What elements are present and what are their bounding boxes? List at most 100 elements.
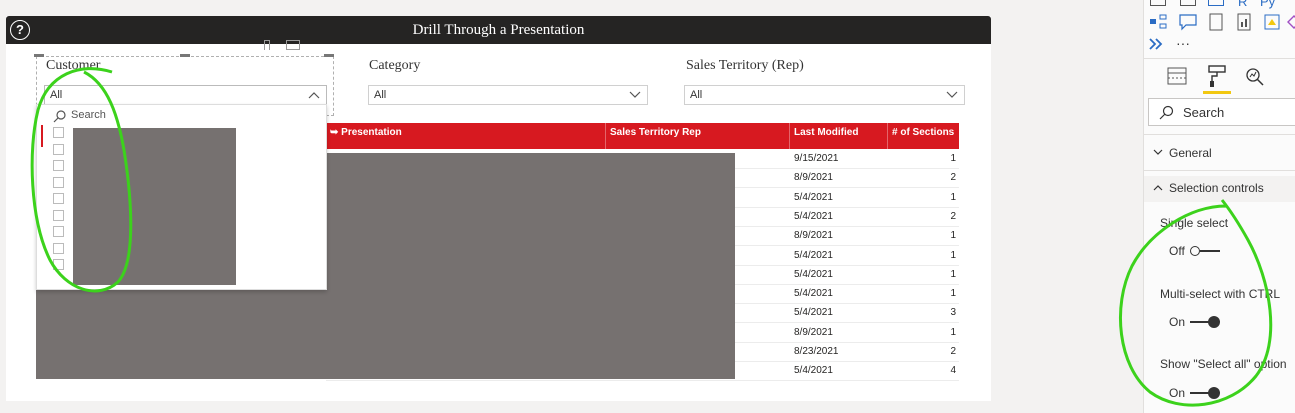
select-all-toggle[interactable] xyxy=(1190,387,1220,399)
single-select-state: Off xyxy=(1169,244,1185,258)
key-influencers-icon[interactable]: R xyxy=(1238,0,1247,9)
chevron-down-icon xyxy=(629,91,641,98)
customer-dropdown-value: All xyxy=(50,89,63,101)
focus-mode-icon[interactable] xyxy=(286,40,300,50)
territory-dropdown[interactable]: All xyxy=(684,85,965,105)
fields-icon[interactable] xyxy=(1166,66,1188,86)
select-all-state: On xyxy=(1169,386,1186,400)
slicer-item-checkbox[interactable] xyxy=(53,127,64,138)
visual-icon[interactable] xyxy=(1150,0,1166,6)
sections-cell: 2 xyxy=(950,172,956,184)
territory-slicer-title: Sales Territory (Rep) xyxy=(686,58,804,73)
more-visuals-icon[interactable]: ··· xyxy=(1176,35,1190,51)
last-modified-cell: 8/23/2021 xyxy=(794,346,839,357)
divider xyxy=(1144,134,1295,135)
slicer-item-checkbox[interactable] xyxy=(53,242,64,254)
power-apps-icon[interactable] xyxy=(1262,13,1282,31)
last-modified-cell: 8/9/2021 xyxy=(794,230,833,242)
divider xyxy=(1144,58,1295,59)
format-search-box[interactable]: Search xyxy=(1148,98,1295,126)
customer-slicer-title: Customer xyxy=(46,58,101,73)
sections-cell: 1 xyxy=(950,153,956,164)
section-general[interactable]: General xyxy=(1144,140,1295,166)
category-slicer-title: Category xyxy=(369,58,421,73)
analytics-icon[interactable] xyxy=(1244,66,1266,86)
sections-cell: 4 xyxy=(950,365,956,377)
search-icon xyxy=(1159,105,1174,120)
sections-cell: 1 xyxy=(950,230,956,242)
redacted-area xyxy=(36,290,335,379)
single-select-label: Single select xyxy=(1160,216,1229,230)
column-header-sections[interactable]: # of Sections xyxy=(888,123,959,149)
paginated-report-icon[interactable] xyxy=(1206,13,1226,31)
redacted-area xyxy=(326,153,735,379)
toggle-knob xyxy=(1208,316,1220,328)
section-selection-controls-label: Selection controls xyxy=(1169,181,1264,195)
toggle-track xyxy=(1200,250,1220,252)
column-header-territory-rep[interactable]: Sales Territory Rep xyxy=(606,123,790,149)
select-all-label: Show "Select all" option xyxy=(1160,357,1287,371)
report-title-bar: ? Drill Through a Presentation xyxy=(6,16,991,44)
category-dropdown[interactable]: All xyxy=(368,85,648,105)
resize-handle xyxy=(180,54,190,57)
last-modified-cell: 8/9/2021 xyxy=(794,172,833,184)
slicer-item-checkbox[interactable] xyxy=(53,226,64,237)
python-icon[interactable]: Py xyxy=(1260,0,1275,9)
column-header-last-modified[interactable]: Last Modified xyxy=(790,123,888,149)
report-icon[interactable] xyxy=(1234,13,1254,31)
last-modified-cell: 5/4/2021 xyxy=(794,210,833,222)
chevron-down-icon xyxy=(946,91,958,98)
sections-cell: 1 xyxy=(950,268,956,280)
multi-select-label: Multi-select with CTRL xyxy=(1160,287,1281,301)
territory-dropdown-value: All xyxy=(690,89,703,101)
slicer-item-checkbox[interactable] xyxy=(53,143,64,155)
category-dropdown-value: All xyxy=(374,89,387,101)
redacted-area xyxy=(73,128,236,285)
visual-icons-row: ··· xyxy=(1148,35,1288,53)
paint-roller-icon[interactable] xyxy=(1206,64,1228,88)
slicer-item-checkbox[interactable] xyxy=(53,160,64,171)
last-modified-cell: 5/4/2021 xyxy=(794,191,833,203)
divider xyxy=(1144,170,1295,171)
sections-cell: 2 xyxy=(950,346,956,357)
last-modified-cell: 5/4/2021 xyxy=(794,249,833,261)
slicer-item-checkbox[interactable] xyxy=(53,193,64,204)
section-selection-controls[interactable]: Selection controls xyxy=(1144,176,1295,202)
format-pane: R Py ··· Search General Selection contro… xyxy=(1143,0,1295,413)
resize-handle xyxy=(324,54,334,57)
customer-search-input[interactable]: Search xyxy=(71,109,106,121)
sections-cell: 1 xyxy=(950,191,956,203)
single-select-toggle[interactable] xyxy=(1190,245,1220,257)
sections-cell: 2 xyxy=(950,210,956,222)
last-modified-cell: 8/9/2021 xyxy=(794,326,833,338)
last-modified-cell: 5/4/2021 xyxy=(794,307,833,319)
chevron-double-right-icon[interactable] xyxy=(1148,37,1166,51)
slicer-item-checkbox[interactable] xyxy=(53,259,64,270)
slicer-item-checkbox[interactable] xyxy=(53,176,64,188)
last-modified-cell: 9/15/2021 xyxy=(794,153,839,164)
chevron-up-icon xyxy=(1153,185,1163,191)
decomposition-tree-icon[interactable] xyxy=(1148,13,1168,31)
toggle-knob xyxy=(1208,387,1220,399)
section-general-label: General xyxy=(1169,146,1212,160)
toggle-track xyxy=(1190,321,1210,323)
column-header-presentation[interactable]: ➥ Presentation xyxy=(326,123,606,149)
pin-icon[interactable] xyxy=(264,40,270,50)
sections-cell: 3 xyxy=(950,307,956,319)
table-icon[interactable] xyxy=(1180,0,1196,6)
visual-icons-row: R Py xyxy=(1150,0,1290,9)
search-icon xyxy=(53,110,66,123)
chevron-down-icon xyxy=(1153,149,1163,155)
table-header: ➥ Presentation Sales Territory Rep Last … xyxy=(326,123,959,149)
qa-icon[interactable] xyxy=(1178,13,1198,31)
active-tab-indicator xyxy=(1203,91,1231,94)
matrix-icon[interactable] xyxy=(1208,0,1224,6)
toggle-knob xyxy=(1190,246,1200,256)
multi-select-state: On xyxy=(1169,315,1186,329)
power-automate-icon[interactable] xyxy=(1286,13,1295,31)
slicer-item-checkbox[interactable] xyxy=(53,209,64,221)
last-modified-cell: 5/4/2021 xyxy=(794,365,833,377)
sections-cell: 1 xyxy=(950,326,956,338)
customer-dropdown[interactable]: All xyxy=(44,85,327,105)
multi-select-toggle[interactable] xyxy=(1190,316,1220,328)
